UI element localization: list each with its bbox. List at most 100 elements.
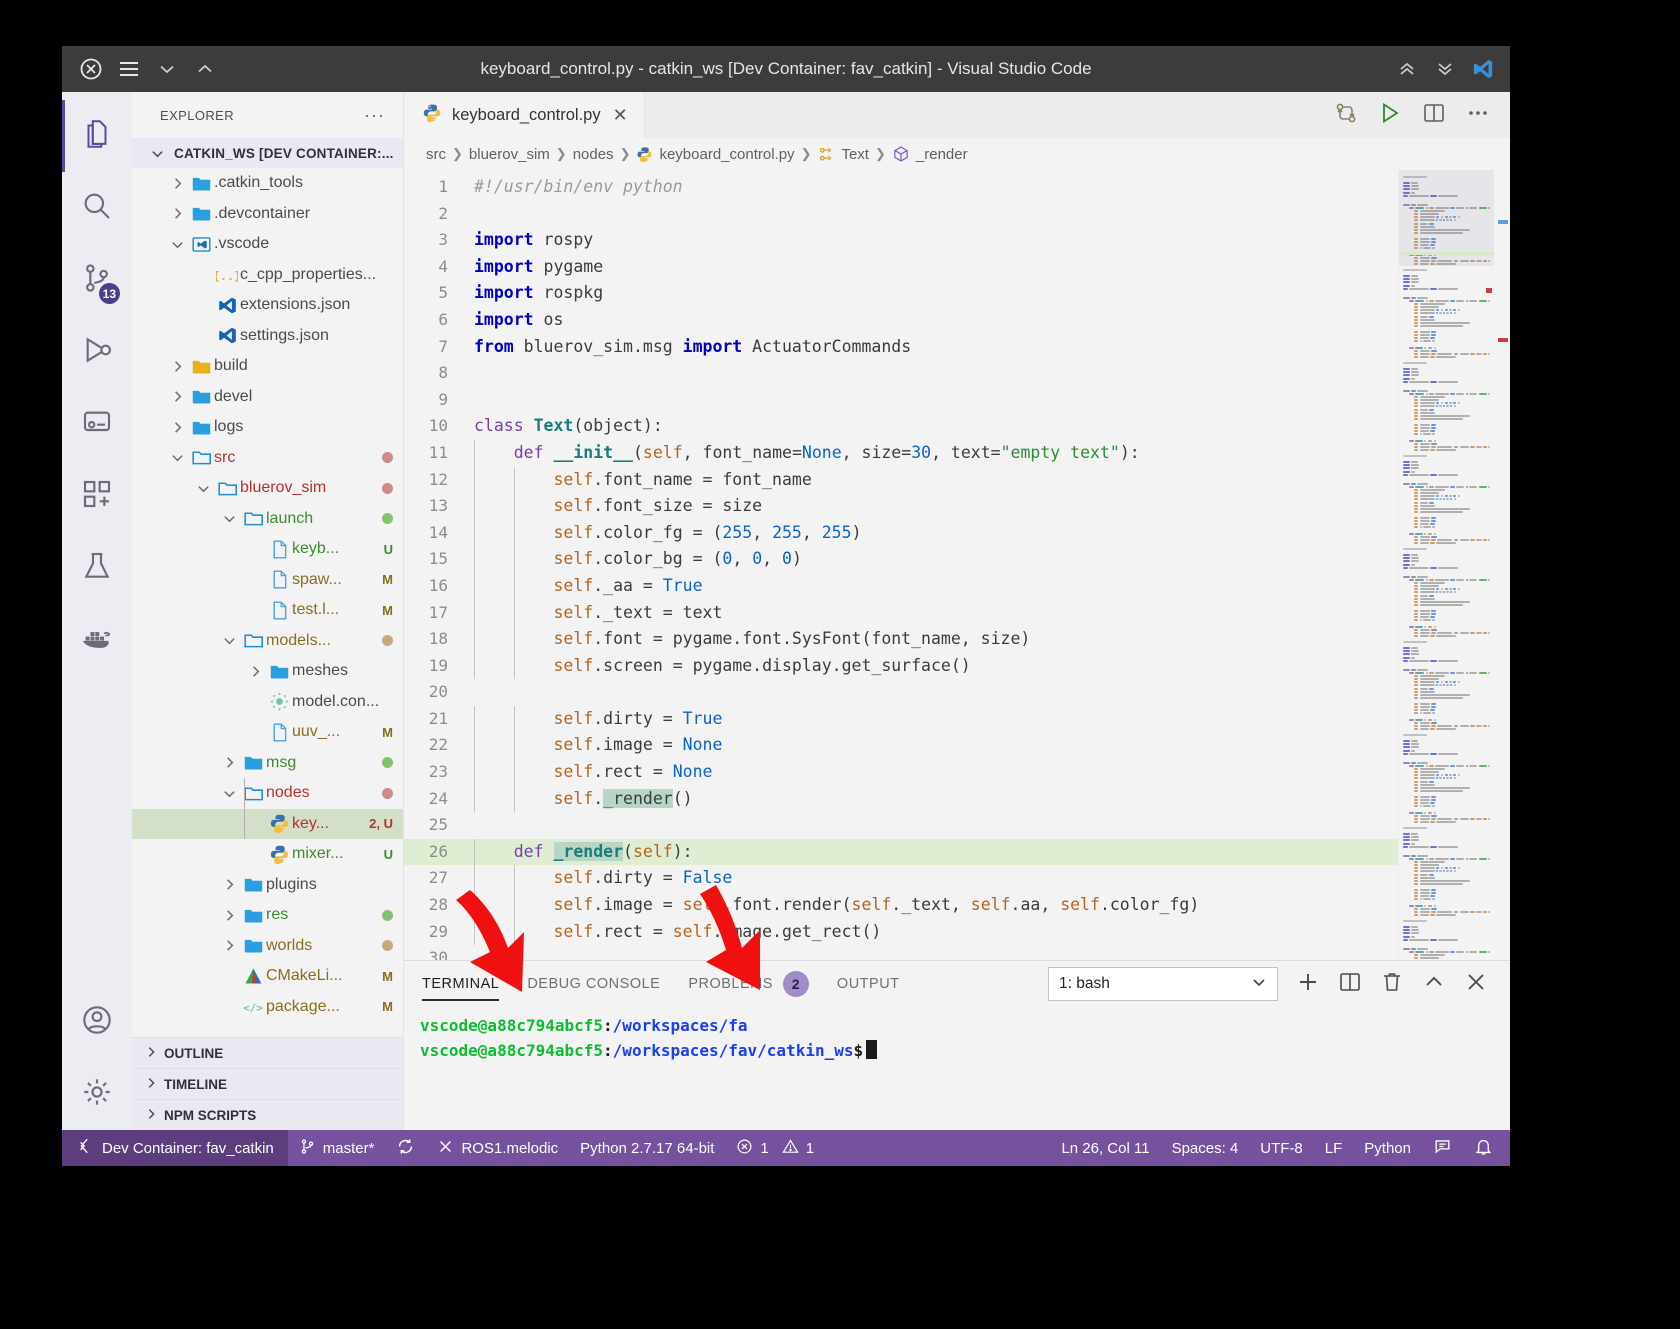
tab-keyboard-control-py[interactable]: keyboard_control.py ✕ (404, 92, 645, 138)
code-line[interactable]: 20 (404, 679, 1398, 706)
chevron-down-icon[interactable] (218, 511, 240, 526)
status-cursor-position[interactable]: Ln 26, Col 11 (1050, 1130, 1160, 1166)
code-line[interactable]: 13 self.font_size = size (404, 493, 1398, 520)
sidebar-more-actions-icon[interactable]: ··· (364, 105, 385, 126)
chevron-down-icon[interactable] (156, 58, 178, 80)
split-diff-icon[interactable] (1334, 101, 1358, 130)
code-line[interactable]: 8 (404, 360, 1398, 387)
chevron-right-icon[interactable] (218, 908, 240, 923)
code-line[interactable]: 15 self.color_bg = (0, 0, 0) (404, 546, 1398, 573)
tree-item-res[interactable]: res (132, 900, 403, 931)
tree-item-models[interactable]: models... (132, 626, 403, 657)
sidebar-item-source-control[interactable]: 13 (62, 244, 132, 316)
tab-debug-console[interactable]: DEBUG CONSOLE (527, 961, 660, 1007)
status-ros-distro[interactable]: ROS1.melodic (426, 1130, 569, 1166)
code-line[interactable]: 18 self.font = pygame.font.SysFont(font_… (404, 626, 1398, 653)
chevron-right-icon[interactable] (218, 938, 240, 953)
code-line[interactable]: 9 (404, 387, 1398, 414)
tree-item-bluerov-sim[interactable]: bluerov_sim (132, 473, 403, 504)
tree-item--devcontainer[interactable]: .devcontainer (132, 199, 403, 230)
code-line[interactable]: 16 self._aa = True (404, 572, 1398, 600)
chevron-right-icon[interactable] (166, 389, 188, 404)
tree-item-src[interactable]: src (132, 443, 403, 474)
terminal-selector[interactable]: 1: bash (1048, 967, 1278, 1001)
code-line[interactable]: 5 import rospkg (404, 280, 1398, 307)
chevron-right-icon[interactable] (166, 176, 188, 191)
tree-item--vscode[interactable]: .vscode (132, 229, 403, 260)
status-feedback[interactable] (1422, 1130, 1463, 1166)
tree-root-folder[interactable]: CATKIN_WS [DEV CONTAINER:... (132, 138, 403, 168)
tree-item-keyb[interactable]: keyb... U (132, 534, 403, 565)
sidebar-item-run-and-debug[interactable] (62, 316, 132, 388)
status-remote-indicator[interactable]: Dev Container: fav_catkin (62, 1130, 288, 1166)
chevron-right-icon[interactable] (166, 359, 188, 374)
tree-item-build[interactable]: build (132, 351, 403, 382)
chevron-right-icon[interactable] (166, 206, 188, 221)
status-problems[interactable]: 1 1 (725, 1130, 825, 1166)
tab-problems[interactable]: PROBLEMS 2 (688, 961, 809, 1007)
code-line[interactable]: 22 self.image = None (404, 732, 1398, 760)
chevron-down-icon[interactable] (166, 450, 188, 465)
code-line[interactable]: 12 self.font_name = font_name (404, 466, 1398, 494)
code-line[interactable]: 10 class Text(object): (404, 413, 1398, 440)
code-line[interactable]: 3 import rospy (404, 227, 1398, 254)
tree-item-nodes[interactable]: nodes (132, 778, 403, 809)
tree-item-c-cpp-properties[interactable]: {..}c_cpp_properties... (132, 260, 403, 291)
breadcrumb-item-src[interactable]: src (426, 146, 446, 163)
sidebar-item-accounts[interactable] (62, 986, 132, 1058)
tree-item-model-con[interactable]: model.con... (132, 687, 403, 718)
tree-item-meshes[interactable]: meshes (132, 656, 403, 687)
sidebar-item-explorer[interactable] (62, 100, 132, 172)
minimap[interactable] (1398, 170, 1494, 960)
status-branch[interactable]: master* (288, 1130, 386, 1166)
code-content[interactable]: 1 #!/usr/bin/env python 2 3 import rospy 4 imp… (404, 170, 1398, 960)
breadcrumb-item-text[interactable]: Text (841, 146, 869, 163)
tree-item-settings-json[interactable]: settings.json (132, 321, 403, 352)
code-line[interactable]: 14 self.color_fg = (255, 255, 255) (404, 519, 1398, 547)
chevron-right-icon[interactable] (244, 664, 266, 679)
sidebar-item-extensions[interactable] (62, 460, 132, 532)
tree-item-logs[interactable]: logs (132, 412, 403, 443)
tree-item-cmakeli[interactable]: CMakeLi... M (132, 961, 403, 992)
tree-item--catkin-tools[interactable]: .catkin_tools (132, 168, 403, 199)
sidebar-item-testing[interactable] (62, 532, 132, 604)
sidebar-item-docker[interactable] (62, 604, 132, 676)
new-terminal-icon[interactable] (1296, 970, 1320, 999)
tree-item-extensions-json[interactable]: extensions.json (132, 290, 403, 321)
chevron-down-icon[interactable] (192, 481, 214, 496)
split-terminal-icon[interactable] (1338, 970, 1362, 999)
sidebar-item-search[interactable] (62, 172, 132, 244)
breadcrumb-item-bluerov-sim[interactable]: bluerov_sim (469, 146, 550, 163)
tree-item-package[interactable]: </> package... M (132, 992, 403, 1023)
code-line[interactable]: 30 (404, 945, 1398, 960)
sidebar-section-timeline[interactable]: TIMELINE (132, 1068, 403, 1099)
tab-output[interactable]: OUTPUT (837, 961, 900, 1007)
code-line[interactable]: 11 def __init__(self, font_name=None, si… (404, 439, 1398, 467)
sidebar-section-outline[interactable]: OUTLINE (132, 1037, 403, 1068)
code-line[interactable]: 2 (404, 201, 1398, 228)
status-indentation[interactable]: Spaces: 4 (1161, 1130, 1250, 1166)
chevron-down-icon[interactable] (218, 786, 240, 801)
tree-item-key[interactable]: key... 2, U (132, 808, 403, 839)
chevron-right-icon[interactable] (218, 755, 240, 770)
code-line[interactable]: 26 def _render(self): (404, 838, 1398, 866)
sidebar-item-remote-explorer[interactable] (62, 388, 132, 460)
status-sync[interactable] (385, 1130, 426, 1166)
sidebar-item-manage[interactable] (62, 1058, 132, 1130)
code-line[interactable]: 6 import os (404, 307, 1398, 334)
code-line[interactable]: 1 #!/usr/bin/env python (404, 174, 1398, 201)
status-language-mode[interactable]: Python (1353, 1130, 1422, 1166)
chevron-right-icon[interactable] (166, 420, 188, 435)
code-line[interactable]: 7 from bluerov_sim.msg import ActuatorCom… (404, 334, 1398, 361)
chevron-down-icon[interactable] (218, 633, 240, 648)
tree-item-devel[interactable]: devel (132, 382, 403, 413)
code-line[interactable]: 28 self.image = self.font.render(self._t… (404, 892, 1398, 919)
code-line[interactable]: 4 import pygame (404, 254, 1398, 281)
tab-terminal[interactable]: TERMINAL (422, 961, 500, 1007)
breadcrumb-item-nodes[interactable]: nodes (573, 146, 614, 163)
tree-item-msg[interactable]: msg (132, 748, 403, 779)
terminal-body[interactable]: vscode@a88c794abcf5:/workspaces/fa vscod… (404, 1007, 1510, 1130)
chevron-down-icon[interactable] (166, 237, 188, 252)
code-line[interactable]: 21 self.dirty = True (404, 705, 1398, 733)
tree-item-test-l[interactable]: test.l... M (132, 595, 403, 626)
